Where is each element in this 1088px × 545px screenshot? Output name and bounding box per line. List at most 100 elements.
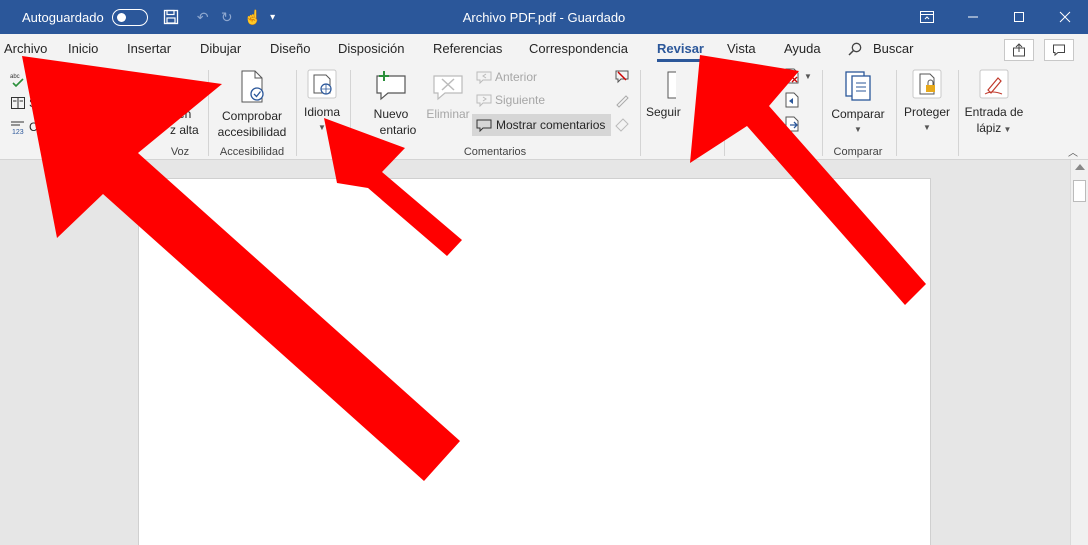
share-button[interactable] (1004, 39, 1034, 61)
delete-comment-icon (433, 75, 463, 101)
group-voz-label: Voz (170, 146, 190, 158)
read-aloud-label-2: z alta (170, 123, 199, 137)
tracking-button[interactable]: Seguir (646, 70, 686, 120)
group-separator (640, 70, 641, 156)
spelling-label: R (29, 73, 38, 87)
autosave-toggle[interactable] (111, 8, 148, 26)
title-bar: Autoguardado ↶ ↻ ☝ ▾ Archivo PDF.pdf - G… (0, 0, 1088, 34)
save-icon[interactable] (162, 8, 180, 26)
scroll-thumb[interactable] (1073, 180, 1086, 202)
previous-comment-button[interactable]: Anterior (476, 70, 537, 84)
ink-pen-icon (979, 69, 1009, 99)
tab-revisar[interactable]: Revisar (657, 41, 704, 62)
check-accessibility-label-1: Comprobar (221, 109, 283, 123)
show-comments-icon (476, 119, 492, 132)
svg-text:abc: abc (10, 74, 20, 80)
reject-icon[interactable]: ▼ (784, 68, 812, 84)
previous-change-icon[interactable] (784, 92, 800, 108)
comments-icon (1053, 44, 1065, 57)
ink-input-button[interactable]: Entrada de lápiz ▼ (962, 68, 1026, 138)
collapse-ribbon-icon[interactable]: ︿ (1068, 144, 1078, 159)
tab-disposicion[interactable]: Disposición (338, 41, 404, 56)
previous-comment-icon (476, 71, 492, 84)
search-icon[interactable] (848, 42, 862, 56)
tab-archivo[interactable]: Archivo (4, 41, 47, 56)
word-count-icon: 123 (11, 121, 24, 135)
thesaurus-button[interactable]: Si (10, 95, 40, 111)
accept-label: ptar (750, 105, 772, 119)
next-comment-label: Siguiente (495, 93, 546, 107)
show-comments-button[interactable]: Mostrar comentarios (472, 114, 611, 136)
read-aloud-label-1: en (178, 107, 192, 121)
eraser-icon[interactable] (614, 116, 630, 132)
next-change-icon[interactable] (784, 116, 800, 132)
chevron-down-icon: ▼ (318, 123, 326, 132)
lock-icon (912, 69, 942, 99)
protect-button[interactable]: Proteger ▼ (900, 68, 954, 136)
search-label[interactable]: Buscar (873, 41, 913, 56)
comments-button[interactable] (1044, 39, 1074, 61)
document-page[interactable] (138, 178, 931, 545)
delete-comment-button[interactable]: Eliminar (424, 70, 472, 122)
read-aloud-button[interactable]: en z alta (170, 106, 204, 138)
chevron-down-icon: ▼ (1001, 125, 1012, 134)
new-comment-label-2: entario (379, 123, 417, 137)
group-compare-label: Comparar (833, 146, 883, 158)
menu-bar: Archivo Inicio Insertar Dibujar Diseño D… (0, 34, 1088, 64)
delete-comment-label: Eliminar (426, 107, 470, 121)
group-separator (724, 70, 725, 156)
chevron-down-icon: ▼ (854, 125, 862, 134)
tab-ayuda[interactable]: Ayuda (784, 41, 821, 56)
group-changes-label: s (790, 146, 796, 158)
next-comment-button[interactable]: Siguiente (476, 93, 545, 107)
tab-dibujar[interactable]: Dibujar (200, 41, 241, 56)
ink-input-label-1: Entrada de (964, 105, 1024, 119)
touch-mode-icon[interactable]: ☝ (244, 8, 262, 26)
check-accessibility-button[interactable]: Comprobar accesibilidad (214, 70, 290, 140)
group-comments-label: Comentarios (463, 146, 527, 158)
group-separator (896, 70, 897, 156)
undo-icon[interactable]: ↶ (194, 8, 212, 26)
group-separator (296, 70, 297, 156)
redo-icon[interactable]: ↻ (218, 8, 236, 26)
ribbon-display-icon[interactable] (904, 0, 950, 34)
word-count-button[interactable]: 123 Co (10, 119, 44, 135)
tab-insertar[interactable]: Insertar (127, 41, 171, 56)
maximize-icon[interactable] (996, 0, 1042, 34)
resolve-comment-icon[interactable] (614, 68, 630, 84)
compare-label: Comparar (831, 107, 885, 121)
group-separator (822, 70, 823, 156)
language-label: Idioma (303, 105, 341, 119)
spelling-button[interactable]: abc R (10, 72, 38, 88)
tab-correspondencia[interactable]: Correspondencia (529, 41, 628, 56)
tab-diseno[interactable]: Diseño (270, 41, 310, 56)
tab-referencias[interactable]: Referencias (433, 41, 502, 56)
chevron-down-icon: ▼ (804, 71, 812, 81)
accept-button[interactable]: ptar (744, 104, 778, 120)
group-separator (208, 70, 209, 156)
vertical-scrollbar[interactable] (1070, 160, 1088, 545)
tracking-label: Seguir (646, 105, 681, 119)
word-count-label: Co (29, 120, 45, 134)
chevron-down-icon: ▼ (923, 123, 931, 132)
new-comment-label-1: Nuevo (373, 107, 409, 121)
group-accessibility-label: Accesibilidad (219, 146, 285, 158)
ink-input-label-2-text: lápiz (976, 121, 1002, 135)
language-button[interactable]: Idioma ▼ (300, 68, 344, 136)
thesaurus-label: Si (29, 96, 40, 110)
minimize-icon[interactable] (950, 0, 996, 34)
autosave-label: Autoguardado (22, 9, 104, 25)
spelling-icon: abc (10, 74, 24, 88)
tab-inicio[interactable]: Inicio (68, 41, 98, 56)
customize-toolbar-icon[interactable]: ▾ (264, 8, 282, 26)
close-icon[interactable] (1042, 0, 1088, 34)
pen-icon[interactable] (614, 92, 630, 108)
scroll-up-icon[interactable] (1075, 164, 1085, 170)
protect-label: Proteger (903, 105, 951, 119)
share-icon (1013, 43, 1025, 57)
compare-button[interactable]: Comparar ▼ (826, 70, 890, 138)
group-separator (350, 70, 351, 156)
tab-vista[interactable]: Vista (727, 41, 756, 56)
new-comment-button[interactable]: Nuevo entario (360, 70, 422, 138)
check-accessibility-label-2: accesibilidad (217, 125, 287, 139)
